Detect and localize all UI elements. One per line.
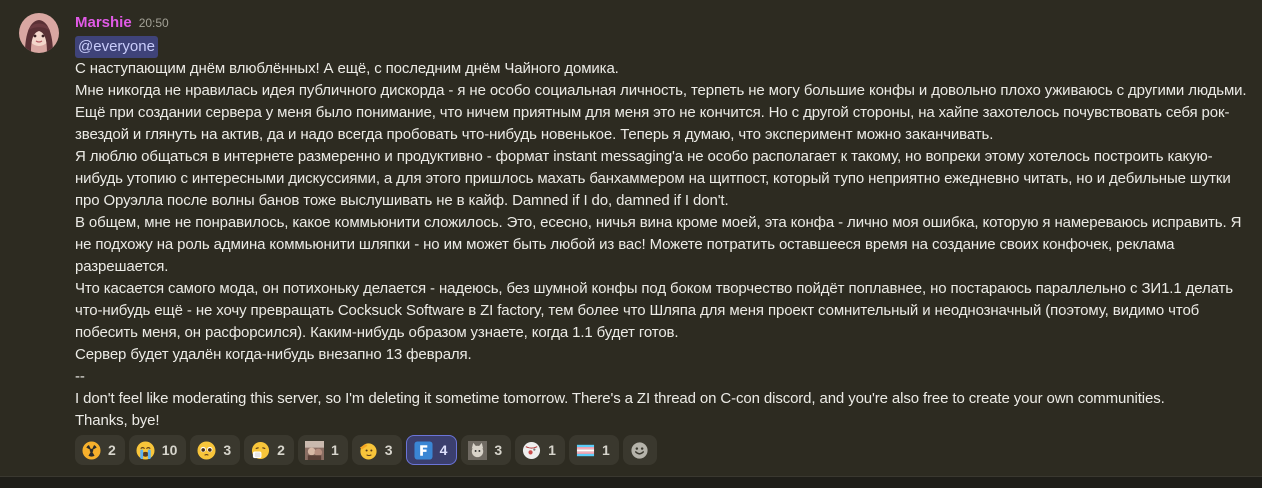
message-paragraph: Что касается самого мода, он потихоньку …: [75, 280, 1233, 341]
reaction-pleading-face[interactable]: 3: [190, 435, 241, 465]
custom-image-emoji-icon: [304, 440, 324, 460]
reaction-custom-cat[interactable]: 3: [461, 435, 512, 465]
reaction-count: 1: [601, 442, 610, 458]
reaction-count: 3: [223, 442, 232, 458]
sneezing-face-icon: [251, 441, 270, 460]
username[interactable]: Marshie: [75, 14, 132, 31]
reaction-radioactive[interactable]: 2: [75, 435, 125, 465]
message-paragraph: Сервер будет удалён когда-нибудь внезапн…: [75, 346, 472, 363]
reaction-custom-ball[interactable]: 1: [515, 435, 565, 465]
saluting-face-icon: [359, 441, 378, 460]
reaction-count: 10: [161, 442, 178, 458]
reaction-custom-image[interactable]: 1: [297, 435, 348, 465]
add-reaction-button[interactable]: [622, 435, 657, 465]
pleading-face-icon: [197, 440, 216, 460]
reaction-count: 2: [108, 442, 116, 458]
message-paragraph: С наступающим днём влюблённых! А ещё, с …: [75, 60, 619, 77]
reaction-count: 1: [548, 442, 556, 458]
add-reaction-icon: [630, 441, 649, 460]
reaction-count: 2: [277, 442, 285, 458]
message-paragraph: Я люблю общаться в интернете размеренно …: [75, 148, 1231, 209]
timestamp[interactable]: 20:50: [139, 16, 169, 30]
message-paragraph: Мне никогда не нравилась идея публичного…: [75, 82, 1247, 143]
reaction-count: 3: [494, 442, 503, 458]
reaction-sob[interactable]: 10: [128, 435, 187, 465]
reaction-count: 1: [330, 442, 339, 458]
reaction-letter-f[interactable]: 4: [405, 435, 458, 465]
divider: [0, 476, 1262, 488]
message-content: С наступающим днём влюблённых! А ещё, с …: [75, 58, 1250, 432]
radioactive-icon: [82, 440, 101, 460]
reactions-bar: 2 10 3 2 1 3 4 3 1 1: [75, 435, 657, 465]
custom-cat-emoji-icon: [468, 440, 488, 460]
reaction-trans-flag[interactable]: 1: [568, 435, 619, 465]
custom-ball-emoji-icon: [522, 441, 541, 460]
message-header: Marshie 20:50: [75, 14, 169, 34]
everyone-mention[interactable]: @everyone: [75, 36, 158, 58]
message-paragraph: I don't feel like moderating this server…: [75, 390, 1165, 407]
chat-message: Marshie 20:50 @everyone С наступающим дн…: [0, 0, 1262, 476]
letter-f-icon: [414, 440, 433, 460]
reaction-saluting-face[interactable]: 3: [351, 435, 402, 465]
reaction-count: 3: [384, 442, 393, 458]
reaction-sneezing-face[interactable]: 2: [244, 435, 294, 465]
reaction-count: 4: [439, 442, 448, 458]
trans-flag-icon: [576, 441, 595, 460]
message-paragraph: В общем, мне не понравилось, какое коммь…: [75, 214, 1242, 275]
message-paragraph: Thanks, bye!: [75, 412, 160, 429]
avatar[interactable]: [19, 13, 59, 53]
sob-icon: [136, 440, 155, 460]
message-paragraph: --: [75, 368, 85, 385]
